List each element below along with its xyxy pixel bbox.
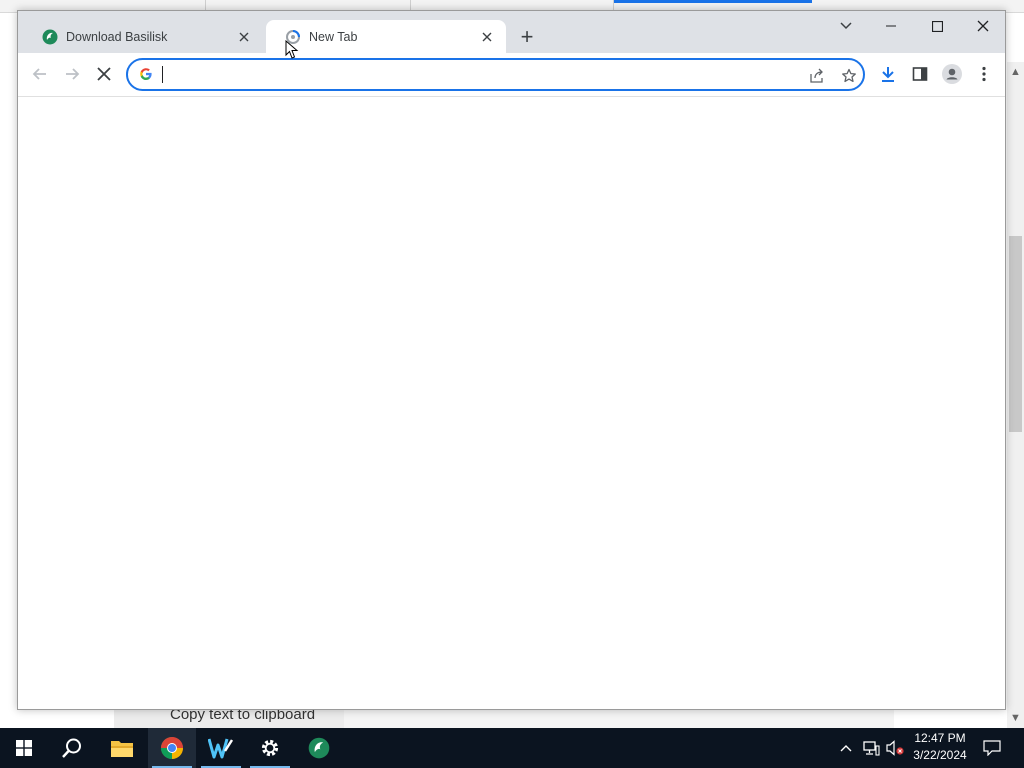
side-panel-icon — [912, 67, 928, 81]
taskbar: 12:47 PM 3/22/2024 — [0, 728, 1024, 768]
stop-x-icon — [97, 67, 111, 81]
tab-title: New Tab — [309, 29, 358, 44]
stop-loading-button[interactable] — [89, 59, 119, 89]
kebab-menu-icon — [982, 66, 986, 82]
close-icon — [977, 20, 989, 32]
downloads-button[interactable] — [873, 59, 903, 89]
menu-button[interactable] — [969, 59, 999, 89]
forward-button[interactable] — [57, 59, 87, 89]
start-button[interactable] — [0, 728, 48, 768]
notification-icon — [983, 740, 1001, 756]
tab-search-button[interactable] — [831, 12, 861, 40]
show-hidden-icons-button[interactable] — [836, 728, 856, 768]
taskbar-chrome[interactable] — [148, 728, 196, 768]
page-viewport[interactable] — [18, 97, 1005, 709]
search-icon — [62, 738, 81, 758]
browser-toolbar — [18, 53, 1005, 97]
text-caret — [162, 66, 163, 83]
clock-date: 3/22/2024 — [913, 748, 967, 762]
share-icon[interactable] — [805, 64, 829, 88]
start-icon — [16, 740, 32, 756]
file-explorer-icon — [111, 741, 133, 757]
side-panel-button[interactable] — [905, 59, 935, 89]
notifications-button[interactable] — [980, 728, 1004, 768]
tab-close-icon[interactable] — [233, 26, 255, 48]
tab-new-tab[interactable]: New Tab — [266, 20, 506, 53]
chevron-up-icon — [840, 745, 852, 752]
tab-title: Download Basilisk — [66, 29, 168, 44]
download-icon — [882, 67, 894, 82]
tab-download-basilisk[interactable]: Download Basilisk — [23, 20, 263, 53]
scrollbar-thumb[interactable] — [1009, 236, 1022, 432]
taskbar-file-explorer[interactable] — [98, 728, 146, 768]
scroll-up-icon[interactable]: ▲ — [1007, 66, 1024, 78]
back-arrow-icon — [32, 68, 46, 80]
maximize-icon — [931, 20, 943, 32]
new-tab-button[interactable]: + — [514, 24, 540, 50]
avatar-icon — [942, 64, 962, 84]
plus-icon: + — [520, 24, 534, 49]
copy-to-clipboard-button[interactable]: Copy text to clipboard — [114, 706, 344, 728]
basilisk-icon — [308, 737, 330, 759]
clock-time: 12:47 PM — [914, 731, 966, 745]
google-g-icon — [138, 67, 154, 83]
taskbar-clock[interactable]: 12:47 PM 3/22/2024 — [900, 730, 980, 766]
network-icon — [863, 741, 880, 756]
scroll-down-icon[interactable]: ▼ — [1007, 712, 1024, 724]
bookmark-star-icon[interactable] — [837, 64, 861, 88]
maximize-button[interactable] — [914, 11, 960, 41]
address-input[interactable] — [161, 64, 791, 85]
address-bar[interactable] — [126, 58, 865, 91]
w-app-icon — [208, 738, 234, 759]
profile-button[interactable] — [937, 59, 967, 89]
tab-close-icon[interactable] — [476, 26, 498, 48]
minimize-icon — [886, 25, 896, 27]
taskbar-search-button[interactable] — [48, 728, 96, 768]
taskbar-settings[interactable] — [246, 728, 294, 768]
background-active-indicator — [614, 0, 812, 3]
basilisk-icon — [42, 29, 58, 45]
minimize-button[interactable] — [868, 11, 914, 41]
back-button[interactable] — [25, 59, 55, 89]
settings-icon — [261, 739, 279, 757]
tab-strip: Download Basilisk New Tab + — [18, 11, 1005, 53]
taskbar-basilisk[interactable] — [295, 728, 343, 768]
mouse-cursor-icon — [285, 40, 299, 59]
browser-window: Download Basilisk New Tab + — [17, 10, 1006, 710]
background-scrollbar[interactable]: ▲ ▼ — [1007, 62, 1024, 728]
network-tray-button[interactable] — [860, 728, 882, 768]
taskbar-w-app[interactable] — [197, 728, 245, 768]
chrome-icon — [161, 737, 183, 759]
forward-arrow-icon — [66, 68, 80, 80]
close-window-button[interactable] — [960, 11, 1006, 41]
chevron-down-icon — [840, 22, 852, 30]
